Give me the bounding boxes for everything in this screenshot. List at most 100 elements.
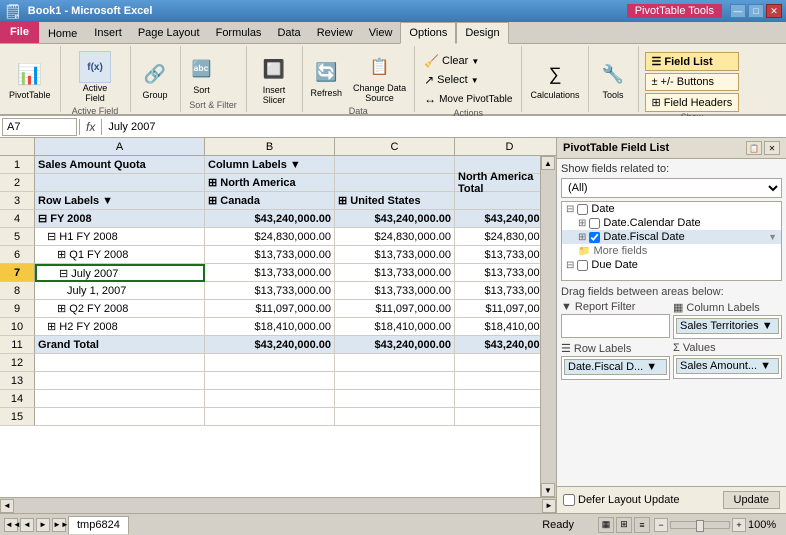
cell-a2[interactable] (35, 174, 205, 192)
cell-c4[interactable]: $43,240,000.00 (335, 210, 455, 228)
cell-d11[interactable]: $43,240,000.00 (455, 336, 540, 354)
row-num-9[interactable]: 9 (0, 300, 35, 318)
cell-c11[interactable]: $43,240,000.00 (335, 336, 455, 354)
view-layout[interactable]: ⊞ (616, 517, 632, 533)
horizontal-scrollbar[interactable]: ◄ ► (0, 497, 556, 513)
cell-d7[interactable]: $13,733,000.00 (455, 264, 540, 282)
vertical-scrollbar[interactable]: ▲ ▼ (540, 156, 556, 497)
col-header-c[interactable]: C (335, 138, 455, 155)
tab-insert[interactable]: Insert (86, 23, 130, 43)
cell-c8[interactable]: $13,733,000.00 (335, 282, 455, 300)
zoom-slider[interactable] (670, 521, 730, 529)
cell-a3[interactable]: Row Labels ▼ (35, 192, 205, 210)
tab-file[interactable]: File (0, 21, 39, 43)
pivot-drop-box-row-labels[interactable]: Date.Fiscal D... ▼ (561, 356, 670, 380)
cell-b5[interactable]: $24,830,000.00 (205, 228, 335, 246)
move-pivot-table-button[interactable]: ↔ Move PivotTable (419, 90, 517, 108)
pivot-drop-item[interactable]: Sales Territories ▼ (676, 318, 779, 334)
cell-c1[interactable] (335, 156, 455, 174)
pivot-filter-select[interactable]: (All) (561, 178, 782, 198)
sheet-nav-first[interactable]: ◄◄ (4, 518, 18, 532)
cell-c6[interactable]: $13,733,000.00 (335, 246, 455, 264)
row-num-12[interactable]: 12 (0, 354, 35, 372)
cell-a6[interactable]: ⊞ Q1 FY 2008 (35, 246, 205, 264)
cell-c9[interactable]: $11,097,000.00 (335, 300, 455, 318)
col-header-d[interactable]: D (455, 138, 556, 155)
cell-b9[interactable]: $11,097,000.00 (205, 300, 335, 318)
cell-b11[interactable]: $43,240,000.00 (205, 336, 335, 354)
insert-slicer-button[interactable]: 🔲 Insert Slicer (254, 50, 294, 108)
cell-a5[interactable]: ⊟ H1 FY 2008 (35, 228, 205, 246)
cell-a7[interactable]: ⊟ July 2007 (35, 264, 205, 282)
row-num-4[interactable]: 4 (0, 210, 35, 228)
cell-c10[interactable]: $18,410,000.00 (335, 318, 455, 336)
cell-reference-box[interactable] (2, 118, 77, 136)
row-num-8[interactable]: 8 (0, 282, 35, 300)
sheet-tab-active[interactable]: tmp6824 (68, 516, 129, 534)
pivot-drop-box-report-filter[interactable] (561, 314, 670, 338)
pivot-drop-item[interactable]: Sales Amount... ▼ (676, 358, 779, 374)
view-pagebreak[interactable]: ≡ (634, 517, 650, 533)
cell-d4[interactable]: $43,240,000.00 (455, 210, 540, 228)
tab-home[interactable]: Home (39, 23, 86, 43)
row-num-3[interactable]: 3 (0, 192, 35, 210)
defer-layout-checkbox[interactable] (563, 494, 575, 506)
tab-formulas[interactable]: Formulas (208, 23, 270, 43)
cell-b2[interactable]: ⊞ North America (205, 174, 335, 192)
zoom-out-button[interactable]: − (654, 518, 668, 532)
active-field-button[interactable]: f(x) Active Field (75, 48, 115, 106)
minimize-button[interactable]: — (730, 4, 746, 18)
cell-b1[interactable]: Column Labels ▼ (205, 156, 335, 174)
cell-b7[interactable]: $13,733,000.00 (205, 264, 335, 282)
cell-a8[interactable]: July 1, 2007 (35, 282, 205, 300)
row-num-15[interactable]: 15 (0, 408, 35, 426)
cell-d10[interactable]: $18,410,000.00 (455, 318, 540, 336)
tab-page-layout[interactable]: Page Layout (130, 23, 208, 43)
col-header-b[interactable]: B (205, 138, 335, 155)
select-button[interactable]: ↗ Select ▼ (419, 71, 517, 89)
cell-d5[interactable]: $24,830,000.00 (455, 228, 540, 246)
row-num-1[interactable]: 1 (0, 156, 35, 174)
cell-b8[interactable]: $13,733,000.00 (205, 282, 335, 300)
cell-d8[interactable]: $13,733,000.00 (455, 282, 540, 300)
pivot-panel-copy-button[interactable]: 📋 (746, 141, 762, 155)
cell-a4[interactable]: ⊟ FY 2008 (35, 210, 205, 228)
group-button[interactable]: 🔗 Group (135, 55, 175, 103)
cell-b3[interactable]: ⊞ Canada (205, 192, 335, 210)
cell-a11[interactable]: Grand Total (35, 336, 205, 354)
pivot-drop-item[interactable]: Date.Fiscal D... ▼ (564, 359, 667, 375)
row-num-13[interactable]: 13 (0, 372, 35, 390)
col-header-a[interactable]: A (35, 138, 205, 155)
tab-review[interactable]: Review (309, 23, 361, 43)
tab-view[interactable]: View (361, 23, 401, 43)
cell-c2[interactable] (335, 174, 455, 192)
pivot-field-item-date[interactable]: ⊟ Date (562, 202, 781, 216)
cell-c3[interactable]: ⊞ United States (335, 192, 455, 210)
pivot-drop-box-values[interactable]: Sales Amount... ▼ (673, 355, 782, 379)
pivot-drop-box-column-labels[interactable]: Sales Territories ▼ (673, 315, 782, 339)
row-num-11[interactable]: 11 (0, 336, 35, 354)
pivot-field-item-due-date[interactable]: ⊟ Due Date (562, 258, 781, 272)
row-num-10[interactable]: 10 (0, 318, 35, 336)
refresh-button[interactable]: 🔄 Refresh (307, 53, 347, 101)
tools-button[interactable]: 🔧 Tools (593, 55, 633, 103)
pivot-field-item-fiscal-date[interactable]: ⊞ Date.Fiscal Date ▼ (562, 230, 781, 244)
row-num-6[interactable]: 6 (0, 246, 35, 264)
sheet-nav-last[interactable]: ►► (52, 518, 66, 532)
field-list-button[interactable]: ☰ Field List (645, 52, 740, 71)
tab-design[interactable]: Design (456, 22, 508, 44)
cell-b4[interactable]: $43,240,000.00 (205, 210, 335, 228)
view-normal[interactable]: ▦ (598, 517, 614, 533)
clear-button[interactable]: 🧹 Clear ▼ (419, 52, 517, 70)
sort-button[interactable]: 🔤 Sort (185, 50, 219, 98)
cell-b6[interactable]: $13,733,000.00 (205, 246, 335, 264)
sheet-nav-prev[interactable]: ◄ (20, 518, 34, 532)
cell-a10[interactable]: ⊞ H2 FY 2008 (35, 318, 205, 336)
row-num-5[interactable]: 5 (0, 228, 35, 246)
zoom-in-button[interactable]: + (732, 518, 746, 532)
pivot-field-item-calendar-date[interactable]: ⊞ Date.Calendar Date (562, 216, 781, 230)
cell-c7[interactable]: $13,733,000.00 (335, 264, 455, 282)
cell-d6[interactable]: $13,733,000.00 (455, 246, 540, 264)
cell-a9[interactable]: ⊞ Q2 FY 2008 (35, 300, 205, 318)
sheet-nav-next[interactable]: ► (36, 518, 50, 532)
